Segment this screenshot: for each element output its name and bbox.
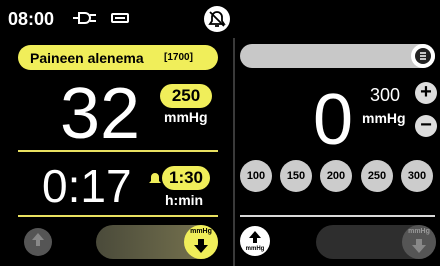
menu-list-icon[interactable] (411, 44, 435, 68)
separator (18, 215, 218, 217)
battery-icon (111, 13, 129, 23)
current-pressure-right: 0 (313, 80, 354, 160)
pressure-unit-right: mmHg (362, 110, 406, 126)
alarm-muted-icon[interactable] (204, 6, 230, 32)
preset-button[interactable]: 250 (361, 160, 393, 192)
inflate-button-right[interactable]: mmHg (240, 226, 270, 256)
decrease-button[interactable]: − (415, 115, 437, 137)
arrow-down-icon (194, 239, 208, 253)
power-plug-icon (73, 11, 99, 30)
time-setpoint[interactable]: 1:30 (162, 166, 210, 190)
pressure-unit-left: mmHg (164, 109, 208, 125)
inflate-button-left[interactable] (24, 228, 52, 256)
separator (240, 215, 435, 217)
status-bar: 08:00 (0, 0, 440, 38)
arrow-down-icon (412, 239, 426, 253)
elapsed-time: 0:17 (42, 160, 132, 212)
clock: 08:00 (8, 9, 55, 29)
deflate-knob-right[interactable]: mmHg (402, 225, 436, 259)
pressure-setpoint-right: 300 (370, 85, 401, 105)
separator (18, 150, 218, 152)
pressure-setpoint-left[interactable]: 250 (160, 84, 212, 108)
alert-code: [1700] (164, 52, 193, 63)
alert-text: Paineen alenema (30, 50, 144, 66)
channel-selector-bar[interactable] (240, 44, 435, 68)
alert-banner[interactable]: Paineen alenema [1700] (18, 45, 218, 70)
panel-divider (233, 38, 235, 266)
inflate-unit-label: mmHg (245, 246, 265, 252)
preset-button[interactable]: 200 (320, 160, 352, 192)
deflate-slider-right[interactable]: mmHg (316, 225, 436, 259)
time-unit: h:min (165, 192, 204, 208)
deflate-slider-left[interactable]: mmHg (96, 225, 218, 259)
preset-button[interactable]: 100 (240, 160, 272, 192)
cuff-controller-screen: 08:00 Paineen alenema [1700] 32 250 mmHg… (0, 0, 440, 266)
preset-button[interactable]: 150 (280, 160, 312, 192)
bell-icon (148, 172, 162, 191)
preset-button[interactable]: 300 (401, 160, 433, 192)
increase-button[interactable]: + (415, 82, 437, 104)
deflate-knob-left[interactable]: mmHg (184, 225, 218, 259)
current-pressure-left: 32 (60, 74, 141, 154)
